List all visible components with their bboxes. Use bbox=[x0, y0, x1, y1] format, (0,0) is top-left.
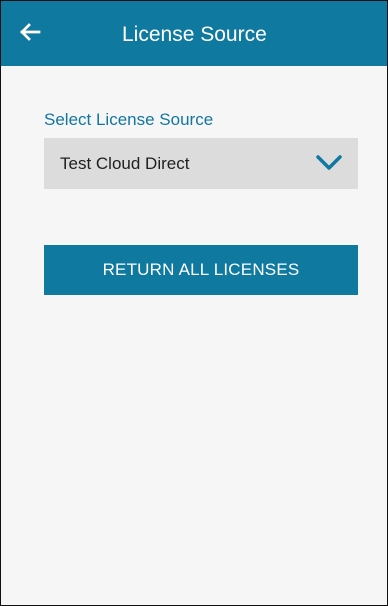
license-source-label: Select License Source bbox=[44, 110, 214, 129]
return-all-licenses-button[interactable]: RETURN ALL LICENSES bbox=[44, 245, 358, 295]
screen-title: License Source bbox=[122, 23, 267, 46]
chevron-down-icon bbox=[316, 154, 342, 172]
arrow-left-icon bbox=[18, 20, 42, 49]
back-button[interactable] bbox=[15, 18, 45, 50]
license-source-select[interactable]: Test Cloud Direct bbox=[44, 138, 358, 189]
app-screen: License Source Select License Source Tes… bbox=[0, 0, 388, 606]
app-bar: License Source bbox=[1, 1, 387, 66]
license-source-selected-value: Test Cloud Direct bbox=[60, 154, 190, 173]
